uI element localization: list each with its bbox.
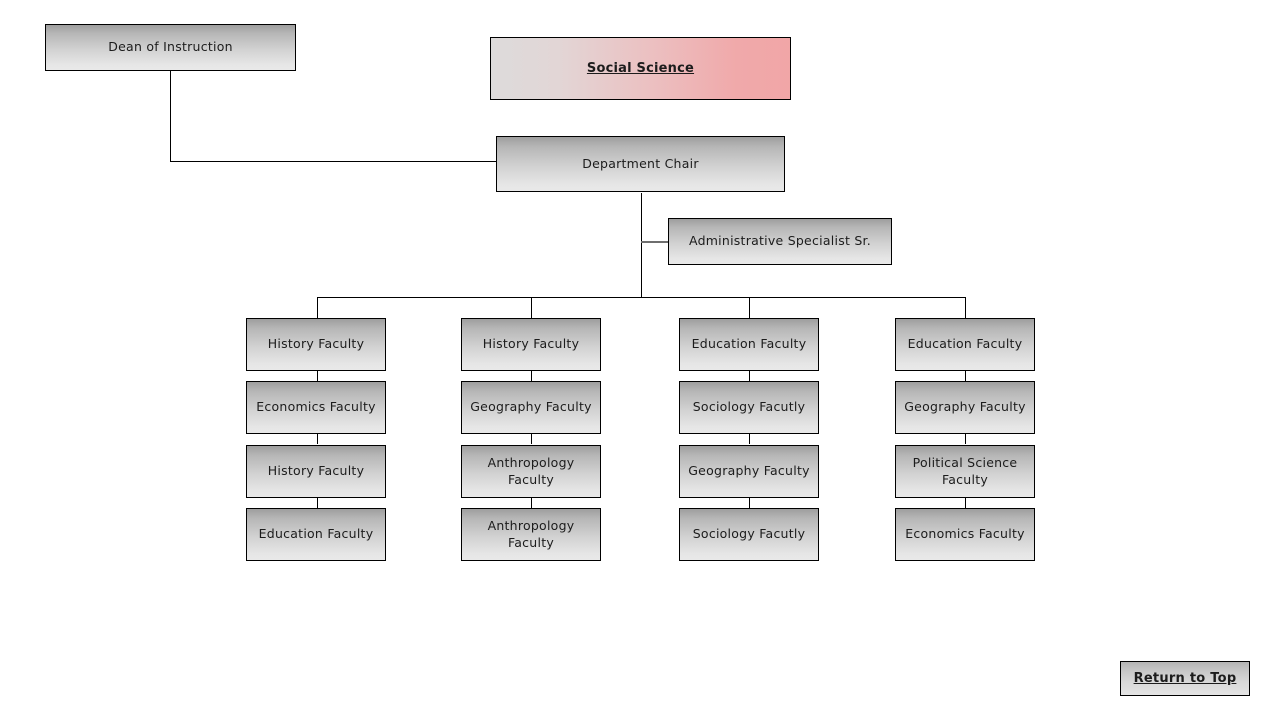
node-social-science-title[interactable]: Social Science xyxy=(490,37,791,100)
node-label: Anthropology Faculty xyxy=(487,455,575,487)
connector-drop-column-4 xyxy=(965,297,966,318)
connector-column-4-link-3 xyxy=(965,498,966,508)
node-column-1-item-4[interactable]: Education Faculty xyxy=(246,508,386,561)
node-column-4-item-4[interactable]: Economics Faculty xyxy=(895,508,1035,561)
node-column-2-item-1[interactable]: History Faculty xyxy=(461,318,601,371)
connector-faculty-bus xyxy=(317,297,965,298)
connector-column-1-link-1 xyxy=(317,371,318,381)
connector-column-2-link-3 xyxy=(531,498,532,508)
org-chart-canvas: Dean of Instruction Social Science Depar… xyxy=(0,0,1280,720)
connector-column-2-link-2 xyxy=(531,434,532,444)
node-label: Economics Faculty xyxy=(256,399,376,415)
node-label: Economics Faculty xyxy=(905,526,1025,542)
node-column-3-item-1[interactable]: Education Faculty xyxy=(679,318,819,371)
node-department-chair[interactable]: Department Chair xyxy=(496,136,785,192)
connector-drop-column-3 xyxy=(749,297,750,318)
connector-chair-to-admin xyxy=(641,241,669,243)
node-label: Geography Faculty xyxy=(904,399,1026,415)
node-column-1-item-3[interactable]: History Faculty xyxy=(246,445,386,498)
node-column-1-item-2[interactable]: Economics Faculty xyxy=(246,381,386,434)
node-column-4-item-1[interactable]: Education Faculty xyxy=(895,318,1035,371)
return-to-top-label: Return to Top xyxy=(1133,670,1237,686)
connector-dean-vertical xyxy=(170,71,171,161)
node-column-3-item-4[interactable]: Sociology Facutly xyxy=(679,508,819,561)
connector-drop-column-1 xyxy=(317,297,318,318)
node-admin-label: Administrative Specialist Sr. xyxy=(688,233,871,249)
node-label: Education Faculty xyxy=(907,336,1023,352)
connector-drop-column-2 xyxy=(531,297,532,318)
node-column-2-item-3[interactable]: Anthropology Faculty xyxy=(461,445,601,498)
node-label: Anthropology Faculty xyxy=(487,518,575,550)
connector-dean-to-chair xyxy=(170,161,497,162)
node-chair-label: Department Chair xyxy=(582,155,699,171)
node-column-2-item-2[interactable]: Geography Faculty xyxy=(461,381,601,434)
node-label: Sociology Facutly xyxy=(692,526,806,542)
node-column-3-item-2[interactable]: Sociology Facutly xyxy=(679,381,819,434)
node-administrative-specialist[interactable]: Administrative Specialist Sr. xyxy=(668,218,892,265)
connector-column-4-link-2 xyxy=(965,434,966,444)
node-label: Education Faculty xyxy=(258,526,374,542)
node-label: History Faculty xyxy=(482,336,580,352)
connector-column-3-link-1 xyxy=(749,371,750,381)
return-to-top-button[interactable]: Return to Top xyxy=(1120,661,1250,696)
node-title-label: Social Science xyxy=(586,60,695,76)
node-label: History Faculty xyxy=(267,336,365,352)
node-label: Political Science Faculty xyxy=(912,455,1018,487)
connector-column-3-link-3 xyxy=(749,498,750,508)
node-column-1-item-1[interactable]: History Faculty xyxy=(246,318,386,371)
connector-column-4-link-1 xyxy=(965,371,966,381)
connector-column-2-link-1 xyxy=(531,371,532,381)
node-label: Geography Faculty xyxy=(688,463,810,479)
node-column-4-item-3[interactable]: Political Science Faculty xyxy=(895,445,1035,498)
node-label: History Faculty xyxy=(267,463,365,479)
node-dean-of-instruction[interactable]: Dean of Instruction xyxy=(45,24,296,71)
node-column-3-item-3[interactable]: Geography Faculty xyxy=(679,445,819,498)
node-label: Education Faculty xyxy=(691,336,807,352)
connector-chair-trunk xyxy=(641,193,642,298)
node-label: Sociology Facutly xyxy=(692,399,806,415)
node-dean-label: Dean of Instruction xyxy=(108,39,233,55)
node-column-4-item-2[interactable]: Geography Faculty xyxy=(895,381,1035,434)
node-column-2-item-4[interactable]: Anthropology Faculty xyxy=(461,508,601,561)
node-label: Geography Faculty xyxy=(470,399,592,415)
connector-column-3-link-2 xyxy=(749,434,750,444)
connector-column-1-link-3 xyxy=(317,498,318,508)
connector-column-1-link-2 xyxy=(317,434,318,444)
